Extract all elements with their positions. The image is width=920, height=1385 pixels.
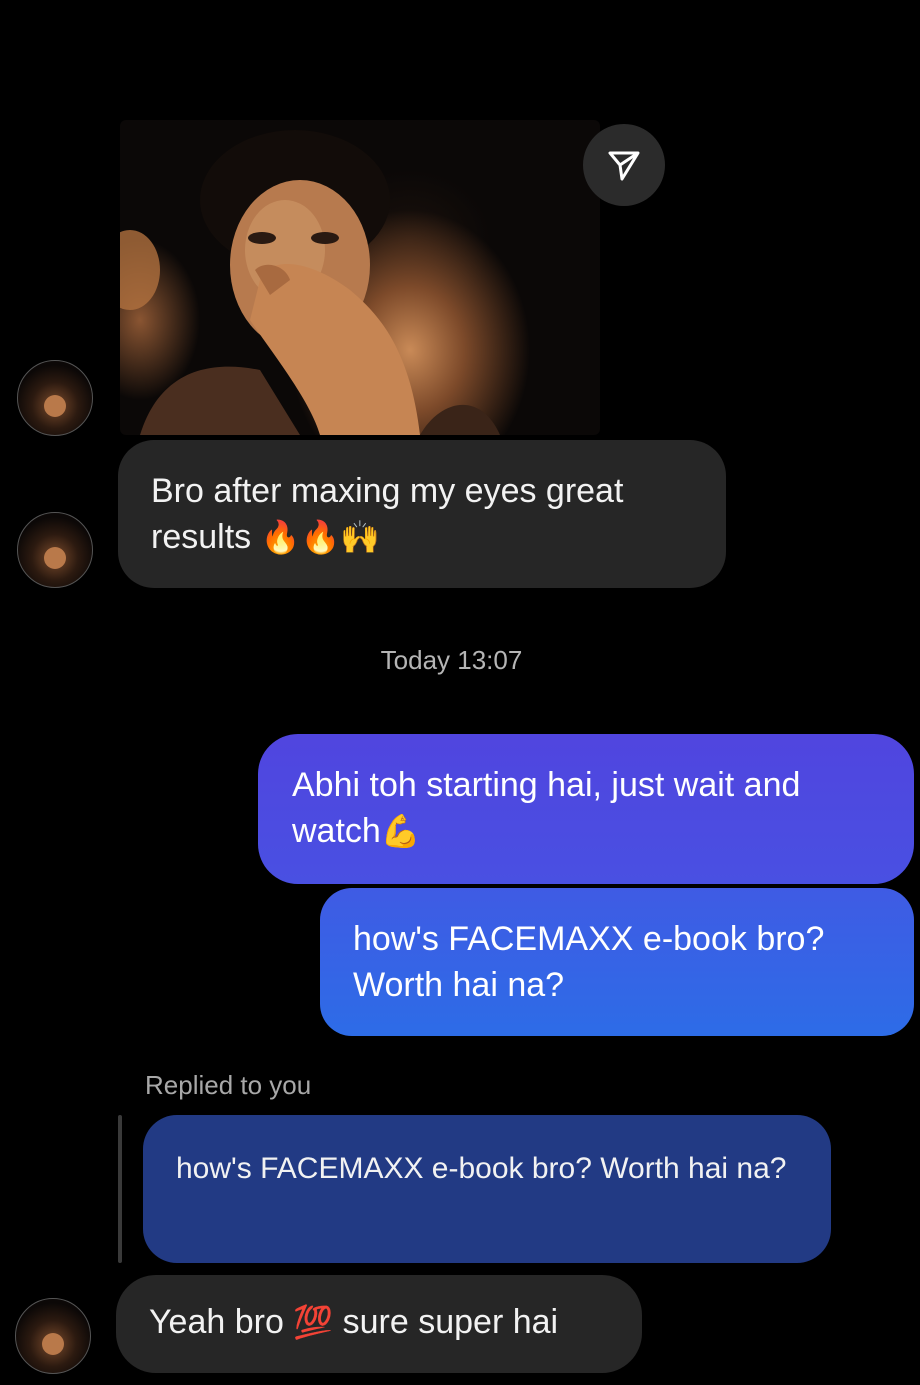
message-text: Bro after maxing my eyes great results bbox=[151, 472, 624, 556]
message-text: sure super hai bbox=[342, 1303, 559, 1341]
message-text: Yeah bro bbox=[149, 1303, 284, 1341]
replied-to-you-label: Replied to you bbox=[145, 1070, 312, 1100]
message-emojis: 🔥🔥🙌 bbox=[260, 519, 381, 555]
share-button[interactable] bbox=[583, 124, 665, 206]
hundred-points-emoji: 💯 bbox=[293, 1304, 334, 1340]
reply-indicator-bar bbox=[118, 1115, 122, 1263]
contact-avatar[interactable] bbox=[15, 1298, 91, 1374]
message-bubble-incoming: Yeah bro 💯 sure super hai bbox=[116, 1275, 642, 1373]
contact-avatar[interactable] bbox=[17, 360, 93, 436]
message-text-line: Worth hai na? bbox=[353, 966, 565, 1004]
quoted-text: how's FACEMAXX e-book bro? Worth hai na? bbox=[176, 1152, 787, 1185]
quoted-message[interactable]: how's FACEMAXX e-book bro? Worth hai na? bbox=[143, 1115, 831, 1263]
message-text: Abhi toh starting hai, just wait and wat… bbox=[292, 766, 801, 850]
contact-avatar[interactable] bbox=[17, 512, 93, 588]
shared-photo[interactable] bbox=[120, 120, 600, 435]
message-bubble-outgoing: how's FACEMAXX e-book bro? Worth hai na? bbox=[320, 888, 914, 1036]
message-text-line: how's FACEMAXX e-book bro? bbox=[353, 920, 825, 958]
message-bubble-outgoing: Abhi toh starting hai, just wait and wat… bbox=[258, 734, 914, 884]
message-timestamp: Today 13:07 bbox=[380, 645, 523, 675]
send-arrow-icon bbox=[608, 151, 640, 181]
message-emojis: 💪 bbox=[380, 813, 421, 849]
photo-illustration bbox=[120, 130, 500, 435]
message-bubble-incoming: Bro after maxing my eyes great results 🔥… bbox=[118, 440, 726, 588]
